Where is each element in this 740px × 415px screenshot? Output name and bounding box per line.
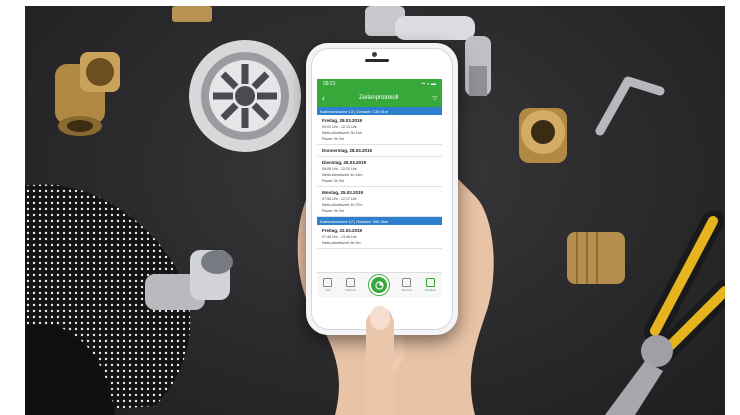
nav-bar: ‹ Zeitenprotokoll ▽ <box>317 89 442 107</box>
pliers <box>605 211 725 415</box>
week-header: Kalenderwoche 13 | Gesamt: 13h 51m <box>317 107 442 115</box>
tab-bar: Start Kalender Berichte Protokoll <box>317 272 442 297</box>
home-icon <box>323 278 333 287</box>
brass-elbow-fitting <box>55 52 120 136</box>
week-header: Kalenderwoche 12 | Gesamt: 30h 36m <box>317 217 442 225</box>
list-item[interactable]: Montag, 25.03.2019 07:50 Uhr - 12:17 Uhr… <box>317 187 442 217</box>
report-icon <box>402 278 412 287</box>
tab-label: Berichte <box>401 288 412 292</box>
week-13-section: Kalenderwoche 13 | Gesamt: 13h 51m Freit… <box>317 107 442 217</box>
brass-ring-fitting <box>519 108 567 163</box>
hex-key <box>595 76 665 136</box>
day-pause: Pause: 0h 0m <box>322 179 345 183</box>
calendar-icon <box>346 278 356 287</box>
chevron-left-icon[interactable]: ‹ <box>322 93 325 103</box>
day-title: Donnerstag, 28.03.2019 <box>322 148 373 153</box>
tab-kalender[interactable]: Kalender <box>345 278 356 292</box>
day-title: Freitag, 22.03.2019 <box>322 228 363 233</box>
day-title: Freitag, 29.03.2019 <box>322 118 363 123</box>
day-net-time: Netto-Arbeitszeit: 6h 0m <box>322 241 361 245</box>
tab-start[interactable]: Start <box>323 278 333 292</box>
list-item[interactable]: Freitag, 29.03.2019 09:02 Uhr - 12:13 Uh… <box>317 115 442 145</box>
list-item[interactable]: Donnerstag, 28.03.2019 <box>317 145 442 157</box>
timer-button[interactable] <box>369 275 389 295</box>
thumb <box>366 306 394 415</box>
status-bar: 09:21 ▪▪ ◒ ▬ <box>317 79 442 89</box>
tab-label: Start <box>324 288 331 292</box>
chrome-elbow-fitting <box>145 250 233 310</box>
clipboard-icon <box>425 278 435 287</box>
app-screen: 09:21 ▪▪ ◒ ▬ ‹ Zeitenprotokoll ▽ Kalende… <box>317 79 442 297</box>
earpiece-speaker <box>365 59 389 62</box>
page-title: Zeitenprotokoll <box>359 95 399 101</box>
day-title: Dienstag, 26.03.2019 <box>322 160 367 165</box>
tab-berichte[interactable]: Berichte <box>402 278 412 292</box>
list-item[interactable]: Freitag, 22.03.2019 07:46 Uhr - 13:46 Uh… <box>317 225 442 249</box>
day-title: Montag, 25.03.2019 <box>322 190 364 195</box>
day-pause: Pause: 0h 0m <box>322 209 345 213</box>
list-item[interactable]: Dienstag, 26.03.2019 08:06 Uhr - 12:20 U… <box>317 157 442 187</box>
day-pause: Pause: 0h 0m <box>322 137 345 141</box>
tab-label: Protokoll <box>424 288 436 292</box>
front-camera <box>372 52 377 57</box>
tab-label: Kalender <box>345 288 357 292</box>
brass-nut <box>172 6 212 22</box>
status-icons: ▪▪ ◒ ▬ <box>421 81 436 87</box>
filter-icon[interactable]: ▽ <box>432 95 437 102</box>
status-time: 09:21 <box>323 81 336 87</box>
week-12-section: Kalenderwoche 12 | Gesamt: 30h 36m Freit… <box>317 217 442 249</box>
timer-icon <box>374 280 384 290</box>
tab-protokoll[interactable]: Protokoll <box>425 278 436 292</box>
